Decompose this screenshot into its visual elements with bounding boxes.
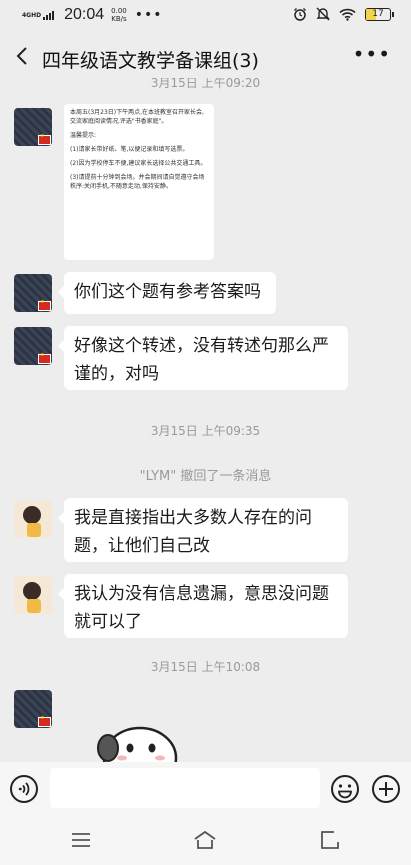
return-icon[interactable] [318,828,342,852]
more-options-icon[interactable]: ••• [353,42,391,66]
avatar[interactable] [14,274,52,312]
person-figure-icon [23,506,41,537]
avatar[interactable] [14,327,52,365]
chat-header: 四年级语文教学备课组(3) ••• [0,38,411,78]
flag-icon [38,352,51,364]
system-nav-bar [0,816,411,865]
flag-icon [38,133,51,145]
sticker-image[interactable] [94,718,186,762]
battery-level: 17 [372,8,384,19]
avatar[interactable] [14,576,52,614]
network-speed: 0.00 KB/s [111,7,127,23]
home-icon[interactable] [193,828,217,852]
battery-icon: 17 [365,7,394,21]
status-more-icon: ••• [134,7,163,23]
avatar[interactable] [14,500,52,538]
voice-icon[interactable] [10,775,38,803]
avatar[interactable] [14,690,52,728]
speed-value: 0.00 [111,7,127,15]
message-input[interactable] [50,768,320,808]
plus-icon[interactable] [371,774,401,804]
notice-line: (3)请提前十分钟到会场。并会期间请自觉遵守会场秩序:关闭手机,不随意走动,保持… [70,174,205,190]
message-bubble[interactable]: 好像这个转述，没有转述句那么严谨的，对吗 [58,326,348,390]
mute-icon [316,7,330,21]
person-figure-icon [23,582,41,613]
time-separator: 3月15日 上午09:35 [150,424,261,438]
signal-icon [43,10,55,20]
avatar[interactable] [14,108,52,146]
notice-line: (1)请家长带好纸、笔,以便记录和填写选票。 [70,146,189,153]
back-arrow-icon[interactable] [12,45,34,67]
emoji-icon[interactable] [330,774,360,804]
flag-icon [38,715,51,727]
clock: 20:04 [64,6,105,23]
speed-unit: KB/s [111,15,127,23]
chat-title: 四年级语文教学备课组(3) [42,50,259,72]
status-bar: 4GHD 20:04 0.00 KB/s ••• 17 [0,0,411,34]
notice-line: (2)因为学校停车不便,建议家长选择公共交通工具。 [70,160,207,167]
notice-line: 温馨提示: [70,132,97,139]
time-separator: 3月15日 上午09:20 [150,78,261,90]
menu-icon[interactable] [69,828,93,852]
recall-notice: "LYM" 撤回了一条消息 [139,469,272,484]
notice-line: 本周五(3月23日)下午两点,在本班教室召开家长会,交流家庭阅读情况,评选"书香… [70,109,204,125]
message-bubble[interactable]: 你们这个题有参考答案吗 [58,272,276,314]
notice-image-message[interactable]: 本周五(3月23日)下午两点,在本班教室召开家长会,交流家庭阅读情况,评选"书香… [64,104,214,260]
message-bubble[interactable]: 我是直接指出大多数人存在的问题，让他们自己改 [58,498,348,562]
wifi-icon [339,8,356,21]
chat-area[interactable]: 3月15日 上午09:20 本周五(3月23日)下午两点,在本班教室召开家长会,… [0,78,411,762]
network-type: 4GHD [22,11,42,19]
time-separator: 3月15日 上午10:08 [150,660,261,674]
input-bar [0,762,411,816]
alarm-icon [294,8,306,21]
flag-icon [38,299,51,311]
message-bubble[interactable]: 我认为没有信息遗漏，意思没问题就可以了 [58,574,348,638]
